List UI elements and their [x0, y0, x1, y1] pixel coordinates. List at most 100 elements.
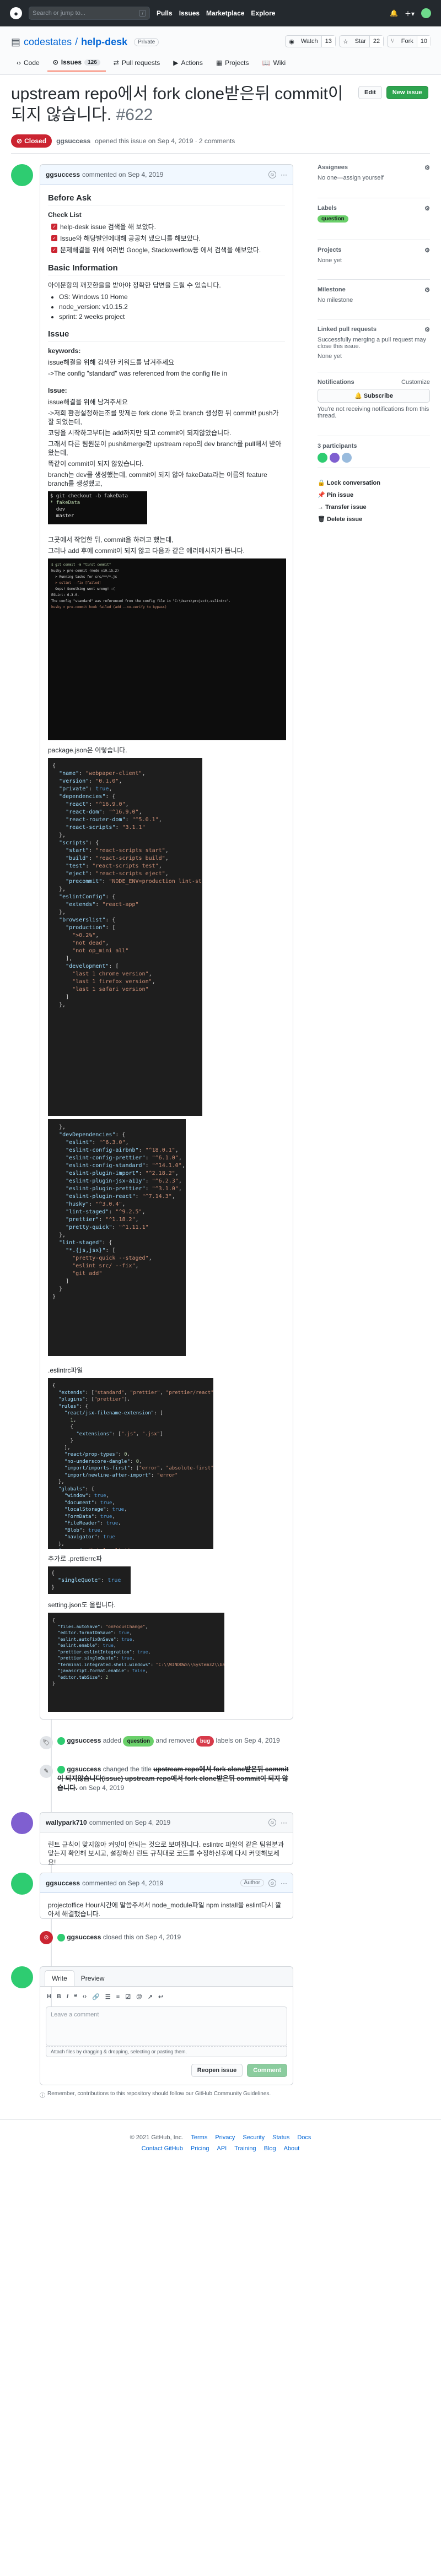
avatar[interactable] — [57, 1737, 65, 1745]
footer-link[interactable]: Docs — [297, 2134, 311, 2141]
lock-conversation[interactable]: 🔒 Lock conversation — [318, 477, 430, 489]
nav-pulls[interactable]: Pulls — [157, 9, 173, 17]
saved-reply-icon[interactable]: ↩ — [158, 1993, 163, 2000]
edit-button[interactable]: Edit — [358, 86, 382, 99]
watch-button[interactable]: ◉ Watch 13 — [285, 35, 336, 47]
avatar[interactable] — [11, 164, 33, 186]
gear-icon[interactable]: ⚙ — [424, 286, 430, 294]
comment-button[interactable]: Comment — [247, 2064, 287, 2077]
kebab-icon[interactable]: ··· — [281, 1879, 287, 1887]
event-user[interactable]: ggsuccess — [67, 1765, 101, 1773]
avatar[interactable] — [11, 1812, 33, 1834]
customize-link[interactable]: Customize — [401, 379, 430, 386]
github-logo-icon[interactable]: ● — [10, 7, 22, 19]
watch-count[interactable]: 13 — [321, 36, 335, 47]
tab-issues[interactable]: ⊙ Issues 126 — [47, 54, 106, 72]
checkbox-icon[interactable]: ✓ — [51, 224, 57, 230]
kebab-icon[interactable]: ··· — [281, 171, 287, 178]
bug-label[interactable]: bug — [196, 1736, 214, 1747]
star-label: Star — [354, 38, 366, 45]
repo-name[interactable]: help-desk — [81, 36, 127, 48]
star-count[interactable]: 22 — [369, 36, 384, 47]
comment-timestamp[interactable]: commented on Sep 4, 2019 — [89, 1819, 170, 1826]
reference-icon[interactable]: ↗ — [148, 1993, 153, 2000]
guidelines-text[interactable]: Remember, contributions to this reposito… — [47, 2091, 271, 2099]
footer-link[interactable]: Terms — [191, 2134, 207, 2141]
issue-author[interactable]: ggsuccess — [56, 137, 90, 145]
footer-link[interactable]: Pricing — [191, 2145, 209, 2152]
reopen-issue-button[interactable]: Reopen issue — [191, 2064, 243, 2077]
tab-pull-requests[interactable]: ⇄ Pull requests — [108, 54, 165, 72]
link-icon[interactable]: 🔗 — [92, 1993, 100, 2000]
user-avatar[interactable] — [421, 8, 431, 18]
smiley-icon[interactable]: ☺ — [268, 170, 276, 178]
task-list-icon[interactable]: ☑ — [125, 1993, 131, 2000]
avatar[interactable] — [330, 453, 340, 463]
subscribe-button[interactable]: 🔔 Subscribe — [318, 389, 430, 403]
transfer-issue[interactable]: → Transfer issue — [318, 501, 430, 513]
quote-icon[interactable]: ❝ — [74, 1993, 77, 2000]
footer-link[interactable]: Contact GitHub — [142, 2145, 183, 2152]
footer-link[interactable]: Security — [243, 2134, 265, 2141]
gear-icon[interactable]: ⚙ — [424, 164, 430, 171]
nav-explore[interactable]: Explore — [251, 9, 275, 17]
search-input[interactable]: Search or jump to... / — [29, 7, 150, 20]
fork-button[interactable]: ⑂ Fork 10 — [387, 35, 431, 47]
gear-icon[interactable]: ⚙ — [424, 247, 430, 254]
comment-timestamp[interactable]: commented on Sep 4, 2019 — [82, 171, 163, 178]
kebab-icon[interactable]: ··· — [281, 1819, 287, 1826]
checkbox-icon[interactable]: ✓ — [51, 235, 57, 241]
footer-link[interactable]: API — [217, 2145, 227, 2152]
comment-author[interactable]: ggsuccess — [46, 171, 80, 178]
attach-files[interactable]: Attach files by dragging & dropping, sel… — [46, 2046, 287, 2057]
bulleted-list-icon[interactable]: ☰ — [105, 1993, 111, 2000]
nav-issues[interactable]: Issues — [179, 9, 200, 17]
pin-issue[interactable]: 📌 Pin issue — [318, 489, 430, 501]
heading-icon[interactable]: H — [47, 1993, 51, 2000]
code-icon[interactable]: ‹› — [83, 1993, 87, 2000]
bold-icon[interactable]: B — [57, 1993, 61, 2000]
comment-textarea[interactable]: Leave a comment — [46, 2006, 287, 2046]
new-issue-button[interactable]: New issue — [386, 86, 428, 99]
tab-wiki[interactable]: 📖 Wiki — [257, 54, 292, 72]
tab-code[interactable]: ‹› Code — [11, 54, 45, 72]
footer-link[interactable]: Status — [272, 2134, 289, 2141]
footer-link[interactable]: Training — [234, 2145, 256, 2152]
gear-icon[interactable]: ⚙ — [424, 326, 430, 333]
event-user[interactable]: ggsuccess — [67, 1737, 101, 1744]
tab-write[interactable]: Write — [45, 1970, 74, 1986]
tab-preview[interactable]: Preview — [74, 1971, 111, 1986]
repo-owner[interactable]: codestates — [24, 36, 72, 48]
footer-link[interactable]: Blog — [264, 2145, 276, 2152]
smiley-icon[interactable]: ☺ — [268, 1818, 276, 1826]
footer-link[interactable]: About — [284, 2145, 300, 2152]
avatar[interactable] — [318, 453, 327, 463]
question-label[interactable]: question — [123, 1736, 154, 1747]
gear-icon[interactable]: ⚙ — [424, 205, 430, 212]
tab-projects[interactable]: ▦ Projects — [211, 54, 255, 72]
avatar[interactable] — [57, 1933, 65, 1942]
footer-link[interactable]: Privacy — [215, 2134, 235, 2141]
checkbox-icon[interactable]: ✓ — [51, 247, 57, 253]
nav-marketplace[interactable]: Marketplace — [206, 9, 244, 17]
fork-count[interactable]: 10 — [416, 36, 431, 47]
avatar[interactable] — [11, 1966, 33, 1988]
event-user[interactable]: ggsuccess — [67, 1933, 101, 1941]
mention-icon[interactable]: @ — [136, 1993, 142, 2000]
smiley-icon[interactable]: ☺ — [268, 1879, 276, 1887]
avatar[interactable] — [57, 1765, 65, 1774]
avatar[interactable] — [342, 453, 352, 463]
comment-author[interactable]: ggsuccess — [46, 1879, 80, 1887]
assignees-value[interactable]: No one—assign yourself — [318, 175, 430, 181]
comment-author[interactable]: wallypark710 — [46, 1819, 87, 1826]
avatar[interactable] — [11, 1873, 33, 1895]
comment-timestamp[interactable]: commented on Sep 4, 2019 — [82, 1879, 163, 1887]
star-button[interactable]: ☆ Star 22 — [338, 35, 384, 47]
numbered-list-icon[interactable]: ≡ — [116, 1993, 120, 2000]
question-label[interactable]: question — [318, 215, 348, 223]
italic-icon[interactable]: I — [67, 1993, 68, 2000]
plus-icon[interactable]: ＋▾ — [405, 9, 415, 18]
tab-actions[interactable]: ▶ Actions — [168, 54, 208, 72]
bell-icon[interactable]: 🔔 — [390, 9, 398, 17]
delete-issue[interactable]: 🗑 Delete issue — [318, 513, 430, 525]
